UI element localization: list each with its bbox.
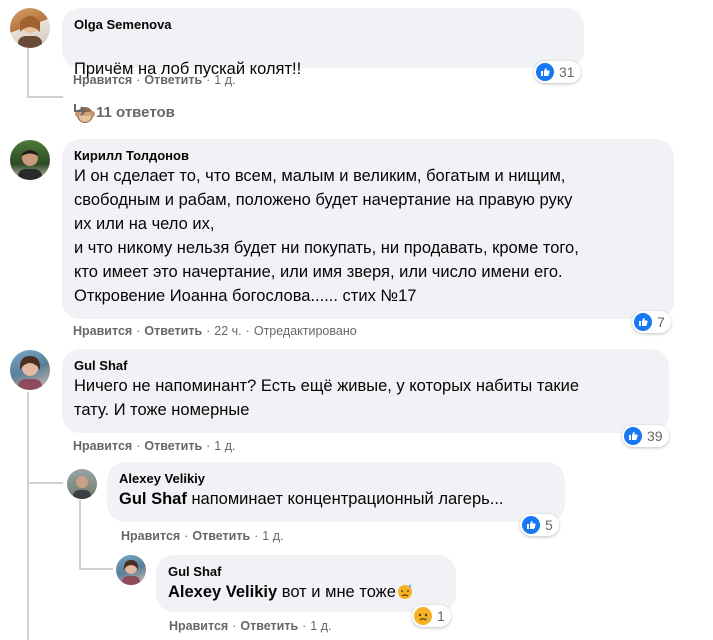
reply-link[interactable]: Ответить [240, 619, 298, 633]
edited-label: Отредактировано [253, 324, 357, 338]
comment-actions: Нравится · Ответить · 22 ч. · Отредактировано [73, 324, 357, 338]
reaction-number: 39 [647, 428, 663, 444]
comment-text-part: напоминает концентрационный лагерь... [191, 490, 504, 508]
like-link[interactable]: Нравится [121, 529, 180, 543]
comment-text-part: вот и мне тоже [281, 583, 396, 601]
comment-text: Gul Shaf напоминает концентрационный лаг… [119, 487, 553, 511]
like-link[interactable]: Нравится [73, 439, 132, 453]
thread-line [79, 568, 113, 570]
avatar-photo-icon [18, 356, 42, 390]
comment-time[interactable]: 1 д. [214, 73, 235, 87]
comment-author[interactable]: Alexey Velikiy [119, 470, 553, 487]
mention-link[interactable]: Alexey Velikiy [168, 583, 277, 601]
reply-link[interactable]: Ответить [144, 439, 202, 453]
comment-author[interactable]: Кирилл Толдонов [74, 147, 662, 164]
reaction-count[interactable]: 7 [632, 311, 671, 333]
like-icon [522, 516, 540, 534]
avatar-photo-icon [18, 150, 42, 180]
comment-time[interactable]: 22 ч. [214, 324, 241, 338]
avatar[interactable] [10, 8, 50, 48]
comment-text: Ничего не напоминант? Есть ещё живые, у … [74, 377, 580, 419]
thread-line [27, 392, 29, 640]
like-link[interactable]: Нравится [169, 619, 228, 633]
comment-bubble: Olga Semenova Причём на лоб пускай колят… [62, 8, 584, 153]
comment-actions: Нравится · Ответить · 1 д. [169, 619, 332, 633]
reaction-count[interactable]: 31 [534, 61, 581, 83]
thread-line [27, 482, 63, 484]
comment-bubble: Gul Shaf Ничего не напоминант? Есть ещё … [62, 349, 669, 433]
downcast-sweat-icon [396, 582, 414, 607]
reply-link[interactable]: Ответить [144, 324, 202, 338]
comment-actions: Нравится · Ответить · 1 д. [121, 529, 284, 543]
comment-author[interactable]: Gul Shaf [74, 357, 657, 374]
comment-actions: Нравится · Ответить · 1 д. [73, 439, 236, 453]
avatar[interactable] [67, 469, 97, 499]
like-icon [624, 427, 642, 445]
avatar[interactable] [10, 140, 50, 180]
thread-line [79, 500, 81, 570]
reply-bubble: Gul Shaf Alexey Velikiy вот и мне тоже [156, 555, 456, 612]
comment-author[interactable]: Gul Shaf [168, 563, 444, 580]
reaction-count[interactable]: 39 [622, 425, 669, 447]
reaction-count[interactable]: 1 [412, 605, 451, 627]
sad-icon [414, 607, 432, 625]
reply-arrow-icon [72, 102, 88, 122]
like-link[interactable]: Нравится [73, 324, 132, 338]
replies-label: 11 ответов [96, 103, 175, 121]
reaction-number: 7 [657, 314, 665, 330]
reply-bubble: Alexey Velikiy Gul Shaf напоминает конце… [107, 462, 565, 522]
reaction-number: 1 [437, 608, 445, 624]
comment-time[interactable]: 1 д. [214, 439, 235, 453]
avatar[interactable] [116, 555, 146, 585]
comment-actions: Нравится · Ответить · 1 д. [73, 73, 236, 87]
reaction-number: 31 [559, 64, 575, 80]
like-icon [634, 313, 652, 331]
thread-line [27, 96, 63, 98]
reply-link[interactable]: Ответить [144, 73, 202, 87]
comment-text: И он сделает то, что всем, малым и велик… [74, 167, 579, 305]
comment-bubble: Кирилл Толдонов И он сделает то, что все… [62, 139, 674, 319]
avatar[interactable] [10, 350, 50, 390]
comment-time[interactable]: 1 д. [310, 619, 331, 633]
reaction-count[interactable]: 5 [520, 514, 559, 536]
view-replies-link[interactable]: 11 ответов [72, 102, 175, 122]
avatar-photo-icon [122, 560, 140, 585]
reaction-number: 5 [545, 517, 553, 533]
comment-time[interactable]: 1 д. [262, 529, 283, 543]
avatar-photo-icon [18, 16, 42, 48]
mention-link[interactable]: Gul Shaf [119, 490, 187, 508]
comment-text: Причём на лоб пускай колят!! вот моразм … [74, 33, 572, 156]
thread-line [27, 48, 29, 98]
comment-author[interactable]: Olga Semenova [74, 16, 572, 33]
like-icon [536, 63, 554, 81]
reply-link[interactable]: Ответить [192, 529, 250, 543]
comment-text: Alexey Velikiy вот и мне тоже [168, 580, 444, 607]
avatar-photo-icon [73, 476, 91, 499]
like-link[interactable]: Нравится [73, 73, 132, 87]
